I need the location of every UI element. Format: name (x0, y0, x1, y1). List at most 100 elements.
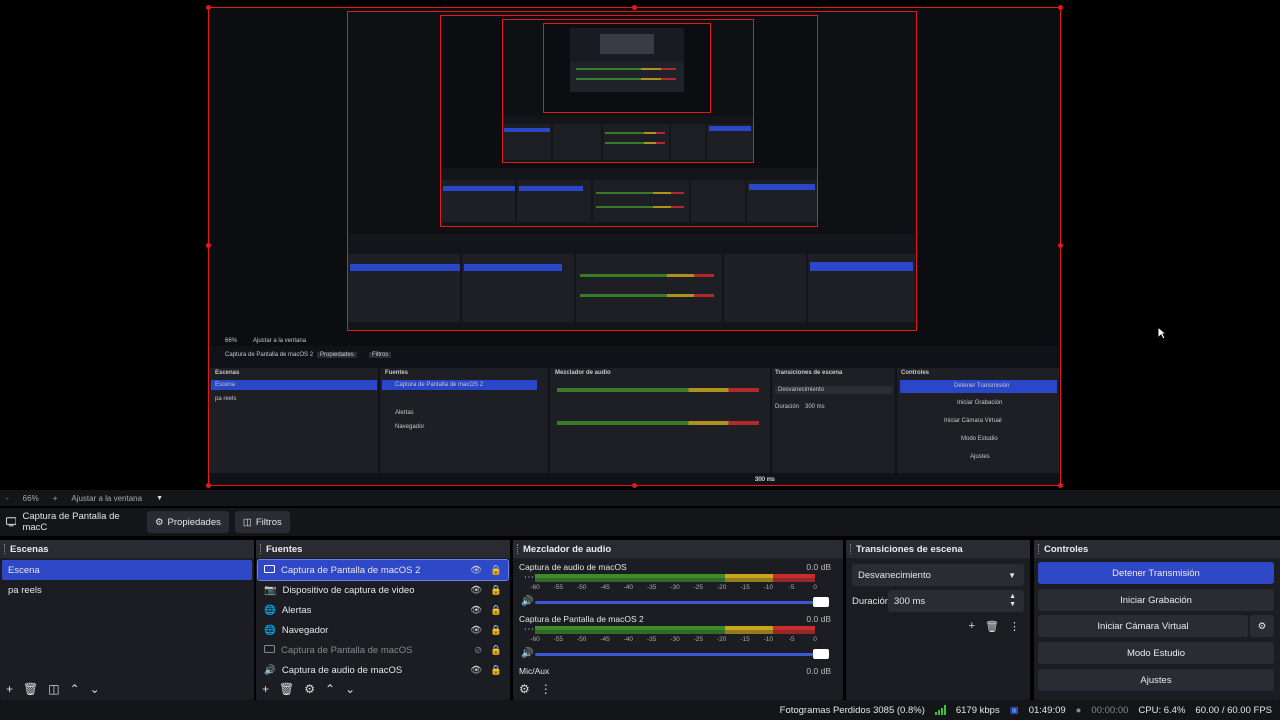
meter-tick-label: -10 (763, 636, 774, 643)
channel-menu-icon[interactable]: ⋮ (523, 624, 534, 634)
move-up-icon[interactable]: ⌃ (325, 682, 335, 696)
move-up-icon[interactable]: ⌃ (70, 682, 80, 696)
monitor-icon (264, 645, 275, 653)
add-transition-icon[interactable]: + (969, 620, 975, 633)
eye-icon[interactable]: 👁 (470, 585, 482, 596)
controls-title-label: Controles (1044, 543, 1089, 555)
transition-select[interactable]: Desvanecimiento ▼ (852, 564, 1024, 586)
scene-item-pa-reels[interactable]: pa reels (2, 580, 252, 600)
nested-transitions-title: Transiciones de escena (775, 370, 843, 376)
source-item-navegador[interactable]: 🌐 Navegador 👁 🔒 (258, 620, 508, 640)
preview-canvas[interactable]: 66% Ajustar a la ventana Captura de Pant… (0, 0, 1280, 490)
eye-icon[interactable]: 👁 (470, 625, 482, 636)
nested-start-rec: Iniciar Grabación (957, 400, 1003, 406)
gear-icon: ⚙ (155, 516, 164, 528)
selected-source: Captura de Pantalla de macC (6, 511, 141, 533)
meter-tick-label: -5 (788, 636, 795, 643)
gear-icon: ⚙ (1257, 620, 1267, 632)
camera-icon: 📷 (264, 584, 277, 596)
lock-icon[interactable]: 🔒 (490, 625, 502, 636)
eye-icon[interactable]: 👁 (470, 605, 482, 616)
studio-mode-button[interactable]: Modo Estudio (1038, 642, 1274, 664)
meter-tick-label: -15 (740, 636, 750, 643)
nested-sources-title: Fuentes (385, 370, 409, 376)
scene-filters-icon[interactable]: ◫ (48, 682, 59, 696)
lock-icon[interactable]: 🔒 (490, 565, 502, 576)
trash-icon[interactable]: 🗑 (985, 620, 999, 633)
source-item-alertas[interactable]: 🌐 Alertas 👁 🔒 (258, 600, 508, 620)
move-down-icon[interactable]: ⌄ (345, 682, 355, 696)
trash-icon[interactable]: 🗑 (279, 682, 294, 696)
speaker-icon[interactable]: 🔊 (521, 648, 533, 659)
gear-icon[interactable]: ⚙ (304, 682, 315, 696)
lock-icon[interactable]: 🔒 (490, 605, 502, 616)
speaker-icon: 🔊 (264, 664, 276, 676)
meter-tick-label: -20 (716, 584, 727, 591)
filters-button[interactable]: ◫ Filtros (234, 511, 290, 533)
start-virtual-camera-button[interactable]: Iniciar Cámara Virtual (1038, 615, 1248, 637)
meter-tick-label: -30 (670, 636, 680, 643)
duration-label: Duración (852, 596, 891, 607)
properties-button[interactable]: ⚙ Propiedades (147, 511, 229, 533)
scenes-footer: + 🗑 ◫ ⌃ ⌄ (0, 678, 254, 700)
source-item-screen-2[interactable]: Captura de Pantalla de macOS 2 👁 🔒 (257, 559, 509, 581)
channel-db: 0.0 dB (806, 666, 831, 676)
add-scene-icon[interactable]: + (6, 682, 13, 696)
eye-icon[interactable]: 👁 (470, 565, 482, 576)
transition-selected: Desvanecimiento (858, 569, 931, 581)
transitions-title: Transiciones de escena (846, 540, 1030, 558)
lock-icon[interactable]: 🔒 (490, 665, 502, 676)
settings-button[interactable]: Ajustes (1038, 669, 1274, 691)
filters-label: Filtros (255, 516, 282, 528)
globe-icon: 🌐 (264, 624, 276, 636)
transitions-title-label: Transiciones de escena (856, 543, 963, 555)
volume-slider[interactable] (535, 653, 827, 656)
start-recording-button[interactable]: Iniciar Grabación (1038, 589, 1274, 611)
source-item-video-device[interactable]: 📷 Dispositivo de captura de video 👁 🔒 (258, 580, 508, 600)
nested-obs-level-1: 66% Ajustar a la ventana Captura de Pant… (209, 338, 1060, 485)
spinner-icon[interactable]: ▲ ▼ (1009, 593, 1016, 609)
source-label: Alertas (281, 604, 312, 616)
nested-source-name: Captura de Pantalla de macOS 2 (225, 352, 314, 358)
nested-zoom-text: 66% (225, 338, 238, 344)
stop-streaming-button[interactable]: Detener Transmisión (1038, 562, 1274, 584)
eye-slash-icon[interactable]: ⊘ (474, 645, 482, 656)
virtual-camera-settings-button[interactable]: ⚙ (1250, 615, 1274, 637)
source-label: Dispositivo de captura de video (282, 584, 415, 596)
lock-icon[interactable]: 🔒 (490, 645, 502, 656)
source-item-audio[interactable]: 🔊 Captura de audio de macOS 👁 🔒 (258, 660, 508, 680)
scene-item-escena[interactable]: Escena (2, 560, 252, 580)
trash-icon[interactable]: 🗑 (23, 682, 38, 696)
move-down-icon[interactable]: ⌄ (90, 682, 100, 696)
volume-slider[interactable] (535, 601, 827, 604)
nested-controls-title: Controles (901, 370, 930, 376)
sources-title: Fuentes (256, 540, 510, 558)
speaker-icon[interactable]: 🔊 (521, 596, 533, 607)
source-label: Captura de Pantalla de macOS 2 (281, 564, 421, 576)
volume-slider-handle[interactable] (813, 649, 829, 659)
meter-tick-label: -35 (646, 636, 657, 643)
zoom-in-button[interactable]: + (53, 494, 58, 503)
source-item-screen-hidden[interactable]: Captura de Pantalla de macOS ⊘ 🔒 (258, 640, 508, 660)
meter-tick-label: -15 (740, 584, 750, 591)
controls-title: Controles (1034, 540, 1280, 558)
channel-menu-icon[interactable]: ⋮ (523, 572, 534, 582)
zoom-dropdown-chevron-icon[interactable]: ▼ (156, 495, 163, 502)
mixer-menu-icon[interactable]: ⋮ (540, 682, 552, 696)
meter-tick-label: 0 (813, 636, 817, 643)
monitor-icon (6, 517, 17, 527)
add-source-icon[interactable]: + (262, 682, 269, 696)
source-selection-frame[interactable]: 66% Ajustar a la ventana Captura de Pant… (208, 7, 1061, 486)
volume-slider-handle[interactable] (813, 597, 829, 607)
nested-scene-1: Escena (215, 382, 236, 388)
meter-tick-label: -45 (600, 636, 610, 643)
advanced-audio-gear-icon[interactable]: ⚙ (519, 682, 530, 696)
eye-icon[interactable]: 👁 (470, 665, 482, 676)
meter-tick-label: -25 (693, 636, 704, 643)
meter-tick-label: -40 (623, 636, 634, 643)
lock-icon[interactable]: 🔒 (490, 585, 502, 596)
zoom-out-button[interactable]: - (6, 494, 9, 503)
selected-source-name: Captura de Pantalla de macC (22, 511, 120, 533)
duration-input[interactable]: 300 ms ▲ ▼ (888, 590, 1024, 612)
transition-menu-icon[interactable]: ⋮ (1009, 620, 1020, 633)
